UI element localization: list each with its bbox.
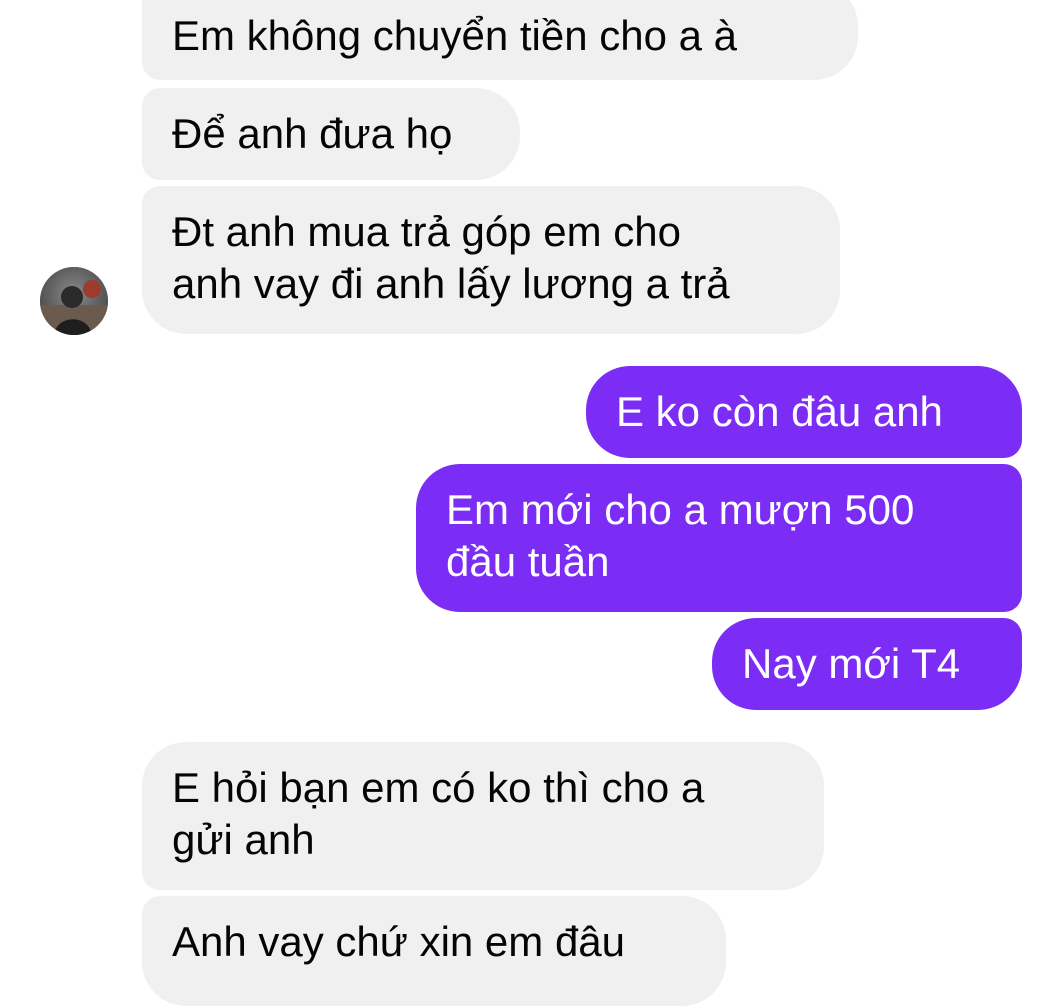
contact-avatar[interactable] bbox=[40, 267, 108, 335]
message-sent-2[interactable]: Em mới cho a mượn 500 đầu tuần bbox=[416, 464, 1022, 612]
message-received-3[interactable]: Đt anh mua trả góp em cho anh vay đi anh… bbox=[142, 186, 840, 334]
avatar-icon bbox=[40, 267, 108, 335]
message-received-1[interactable]: Em không chuyển tiền cho a à bbox=[142, 0, 858, 80]
message-sent-1[interactable]: E ko còn đâu anh bbox=[586, 366, 1022, 458]
message-received-4[interactable]: E hỏi bạn em có ko thì cho a gửi anh bbox=[142, 742, 824, 890]
message-received-5[interactable]: Anh vay chứ xin em đâu bbox=[142, 896, 726, 1006]
message-sent-3[interactable]: Nay mới T4 bbox=[712, 618, 1022, 710]
message-received-2[interactable]: Để anh đưa họ bbox=[142, 88, 520, 180]
